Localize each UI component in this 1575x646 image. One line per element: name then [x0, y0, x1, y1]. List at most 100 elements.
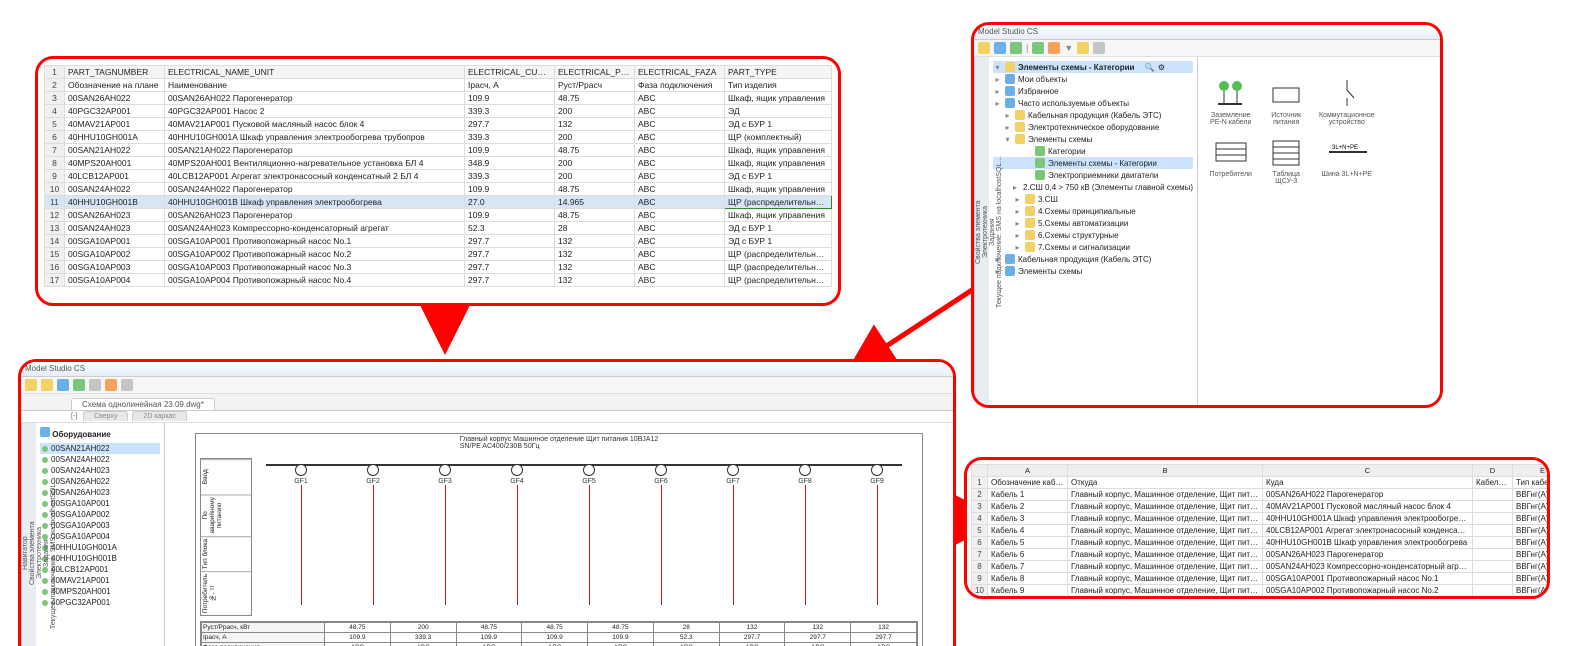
table-cell[interactable]: 109.9 [465, 209, 555, 222]
header-cell[interactable]: Кабельна [1473, 477, 1513, 489]
table-cell[interactable]: Кабель 3 [988, 513, 1068, 525]
tree-item[interactable]: 40HHU10GH001B [40, 553, 160, 564]
table-cell[interactable]: ABC [635, 170, 725, 183]
side-tab[interactable]: Свойства элемента [29, 423, 36, 646]
table-cell[interactable]: Шкаф, ящик управления [725, 92, 832, 105]
symbol-ground[interactable]: Заземление PE-N кабели [1208, 77, 1253, 126]
symbol-table[interactable]: Таблица ЩСУ-3 [1263, 136, 1308, 185]
table-cell[interactable]: 00SGA10AP001 Противопожарный насос No.1 [1263, 573, 1473, 585]
feeder[interactable]: GF7 [708, 464, 758, 605]
header-cell[interactable]: Откуда [1068, 477, 1263, 489]
table-cell[interactable]: 00SAN24AH023 [65, 222, 165, 235]
settings-icon[interactable] [121, 379, 133, 391]
tree-item[interactable]: 00SGA10AP003 [40, 520, 160, 531]
table-cell[interactable]: ABC [635, 131, 725, 144]
feeder[interactable]: GF8 [780, 464, 830, 605]
table-cell[interactable]: 00SGA10AP003 [65, 261, 165, 274]
table-cell[interactable]: 48.75 [555, 209, 635, 222]
tree-item[interactable]: 00SAN26AH022 [40, 476, 160, 487]
table-cell[interactable]: 48.75 [555, 183, 635, 196]
side-tab[interactable]: Электротехника [36, 423, 43, 646]
table-cell[interactable]: 132 [555, 274, 635, 287]
table-cell[interactable]: 40LCB12AP001 Агрегат электронасосный кон… [165, 170, 465, 183]
table-cell[interactable]: Главный корпус, Машинное отделение, Щит … [1068, 537, 1263, 549]
table-cell[interactable]: 00SAN21AH022 [65, 144, 165, 157]
tree-node[interactable]: ▸Мои объекты [993, 73, 1193, 85]
side-tab[interactable]: Задания [43, 423, 50, 646]
table-cell[interactable]: Кабель 9 [988, 585, 1068, 597]
table-cell[interactable]: ABC [635, 196, 725, 209]
table-cell[interactable]: Кабель 4 [988, 525, 1068, 537]
tree-root[interactable]: ▾Элементы схемы - Категории 🔍 ⚙ [993, 61, 1193, 73]
table-cell[interactable]: 00SGA10AP004 Противопожарный насос No.4 [165, 274, 465, 287]
table-cell[interactable]: ABC [635, 118, 725, 131]
tree-node[interactable]: ▸6.Схемы структурные [993, 229, 1193, 241]
feeder[interactable]: GF9 [852, 464, 902, 605]
equipment-table[interactable]: 1PART_TAGNUMBERELECTRICAL_NAME_UNITELECT… [44, 65, 832, 287]
table-cell[interactable]: 00SGA10AP002 Противопожарный насос No.2 [1263, 585, 1473, 597]
table-cell[interactable]: 132 [555, 248, 635, 261]
table-cell[interactable]: 40PGC32AP001 Насос 2 [165, 105, 465, 118]
table-cell[interactable]: ВВГнг(A)-LSLTx [1513, 525, 1551, 537]
col-letter[interactable]: C [1263, 465, 1473, 477]
tree-item[interactable]: 00SGA10AP001 [40, 498, 160, 509]
col-header[interactable]: ELECTRICAL_CURRENT [465, 66, 555, 79]
table-cell[interactable]: ВВГнг(A)-LSLTx [1513, 537, 1551, 549]
table-cell[interactable]: 40LCB12AP001 [65, 170, 165, 183]
lib-opt-icon[interactable] [1093, 42, 1105, 54]
tree-node[interactable]: Электроприемники двигатели [993, 169, 1193, 181]
table-cell[interactable]: Шкаф, ящик управления [725, 144, 832, 157]
table-cell[interactable]: ABC [635, 144, 725, 157]
header-cell[interactable]: Тип кабеля [1513, 477, 1551, 489]
filter-icon[interactable]: 🔍 [1145, 63, 1155, 72]
table-cell[interactable]: 40PGC32AP001 [65, 105, 165, 118]
tree-item[interactable]: 40MAV21AP001 [40, 575, 160, 586]
tree-node[interactable]: Категории [993, 145, 1193, 157]
table-cell[interactable]: Главный корпус, Машинное отделение, Щит … [1068, 525, 1263, 537]
table-cell[interactable]: 132 [555, 261, 635, 274]
table-cell[interactable]: ЭД с БУР 1 [725, 235, 832, 248]
table-cell[interactable]: 14.965 [555, 196, 635, 209]
table-cell[interactable]: Шкаф, ящик управления [725, 209, 832, 222]
table-cell[interactable] [1473, 561, 1513, 573]
table-cell[interactable]: Кабель 8 [988, 573, 1068, 585]
table-cell[interactable]: 00SAN26AH022 [65, 92, 165, 105]
table-cell[interactable]: ABC [635, 209, 725, 222]
col-letter[interactable]: D [1473, 465, 1513, 477]
table-cell[interactable]: ЭД с БУР 1 [725, 170, 832, 183]
side-tab[interactable]: Навигатор [22, 423, 29, 646]
symbol-switch[interactable]: Коммутационное устройство [1319, 77, 1375, 126]
table-cell[interactable]: ЩР (распределительный) [725, 196, 832, 209]
tree-node[interactable]: ▸Элементы схемы [993, 265, 1193, 277]
table-cell[interactable]: 200 [555, 157, 635, 170]
tree-item[interactable]: 00SGA10AP002 [40, 509, 160, 520]
table-cell[interactable]: 40HHU10GH001B Шкаф управления электрообо… [1263, 537, 1473, 549]
table-cell[interactable]: 339.3 [465, 105, 555, 118]
table-cell[interactable]: Главный корпус, Машинное отделение, Щит … [1068, 561, 1263, 573]
tree-node[interactable]: ▸7.Схемы и сигнализации [993, 241, 1193, 253]
side-tab[interactable]: Электротехника [982, 57, 989, 407]
tree-item[interactable]: 40MPS20AH001 [40, 586, 160, 597]
tree-node[interactable]: ▾Элементы схемы [993, 133, 1193, 145]
table-cell[interactable]: ABC [635, 222, 725, 235]
tree-item[interactable]: 40HHU10GH001A [40, 542, 160, 553]
feeder[interactable]: GF6 [636, 464, 686, 605]
table-cell[interactable]: 00SAN24AH022 Парогенератор [165, 183, 465, 196]
side-ribbon[interactable]: НавигаторСвойства элементаЭлектротехника… [21, 423, 36, 646]
table-cell[interactable] [1473, 489, 1513, 501]
table-cell[interactable]: ВВГнг(A)-LSLTx [1513, 501, 1551, 513]
table-cell[interactable]: Главный корпус, Машинное отделение, Щит … [1068, 513, 1263, 525]
table-cell[interactable]: Кабель 1 [988, 489, 1068, 501]
table-cell[interactable]: Шкаф, ящик управления [725, 157, 832, 170]
table-cell[interactable] [1473, 573, 1513, 585]
tree-item[interactable]: 40PGC32AP001 [40, 597, 160, 608]
table-cell[interactable]: 200 [555, 131, 635, 144]
symbol-load[interactable]: Потребители [1208, 136, 1253, 185]
table-cell[interactable]: ЭД с БУР 1 [725, 222, 832, 235]
folder-icon[interactable] [25, 379, 37, 391]
table-cell[interactable]: 109.9 [465, 92, 555, 105]
tree-item[interactable]: 00SAN26AH023 [40, 487, 160, 498]
table-cell[interactable]: 00SAN21AH022 Парогенератор [165, 144, 465, 157]
col-header[interactable]: ELECTRICAL_NAME_UNIT [165, 66, 465, 79]
feeder[interactable]: GF5 [564, 464, 614, 605]
